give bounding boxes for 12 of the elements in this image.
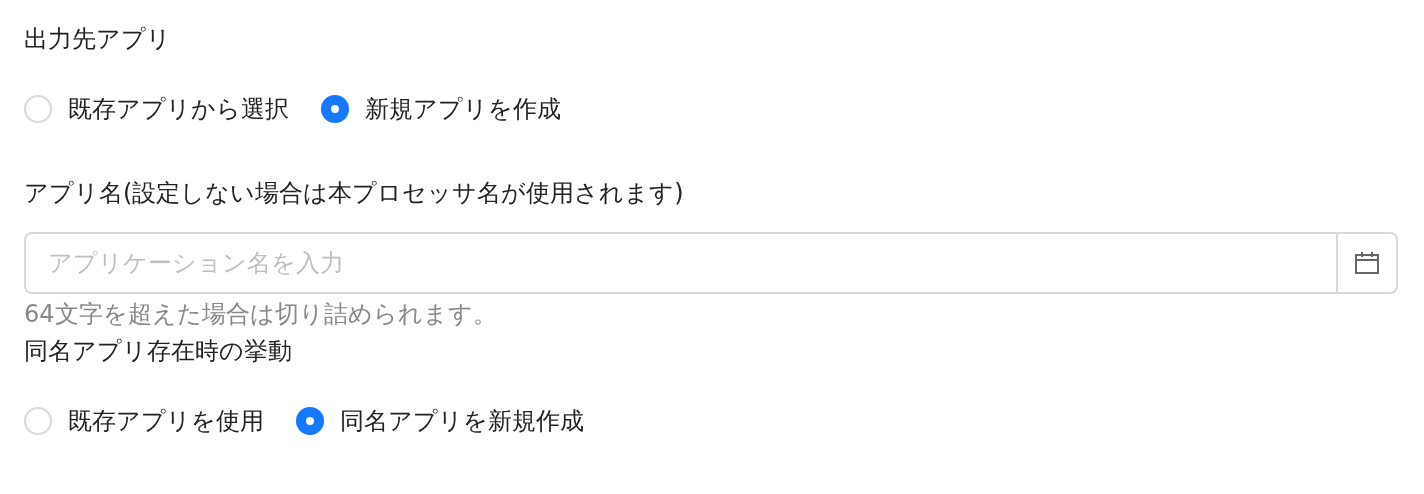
radio-option[interactable]: 同名アプリを新規作成 — [296, 404, 584, 438]
radio-option[interactable]: 新規アプリを作成 — [321, 92, 561, 126]
radio-icon[interactable] — [296, 407, 324, 435]
radio-option[interactable]: 既存アプリを使用 — [24, 404, 264, 438]
input-field[interactable]: アプリケーション名を入力 — [24, 232, 1336, 294]
radio-icon[interactable] — [321, 95, 349, 123]
calendar-icon[interactable] — [1354, 251, 1380, 275]
field-label: 同名アプリ存在時の挙動 — [24, 336, 293, 367]
help-text: 64文字を超えた場合は切り詰められます。 — [24, 299, 498, 330]
radio-option[interactable]: 既存アプリから選択 — [24, 92, 289, 126]
field-label: 出力先アプリ — [24, 24, 172, 55]
field-label: アプリ名(設定しない場合は本プロセッサ名が使用されます) — [24, 178, 685, 209]
